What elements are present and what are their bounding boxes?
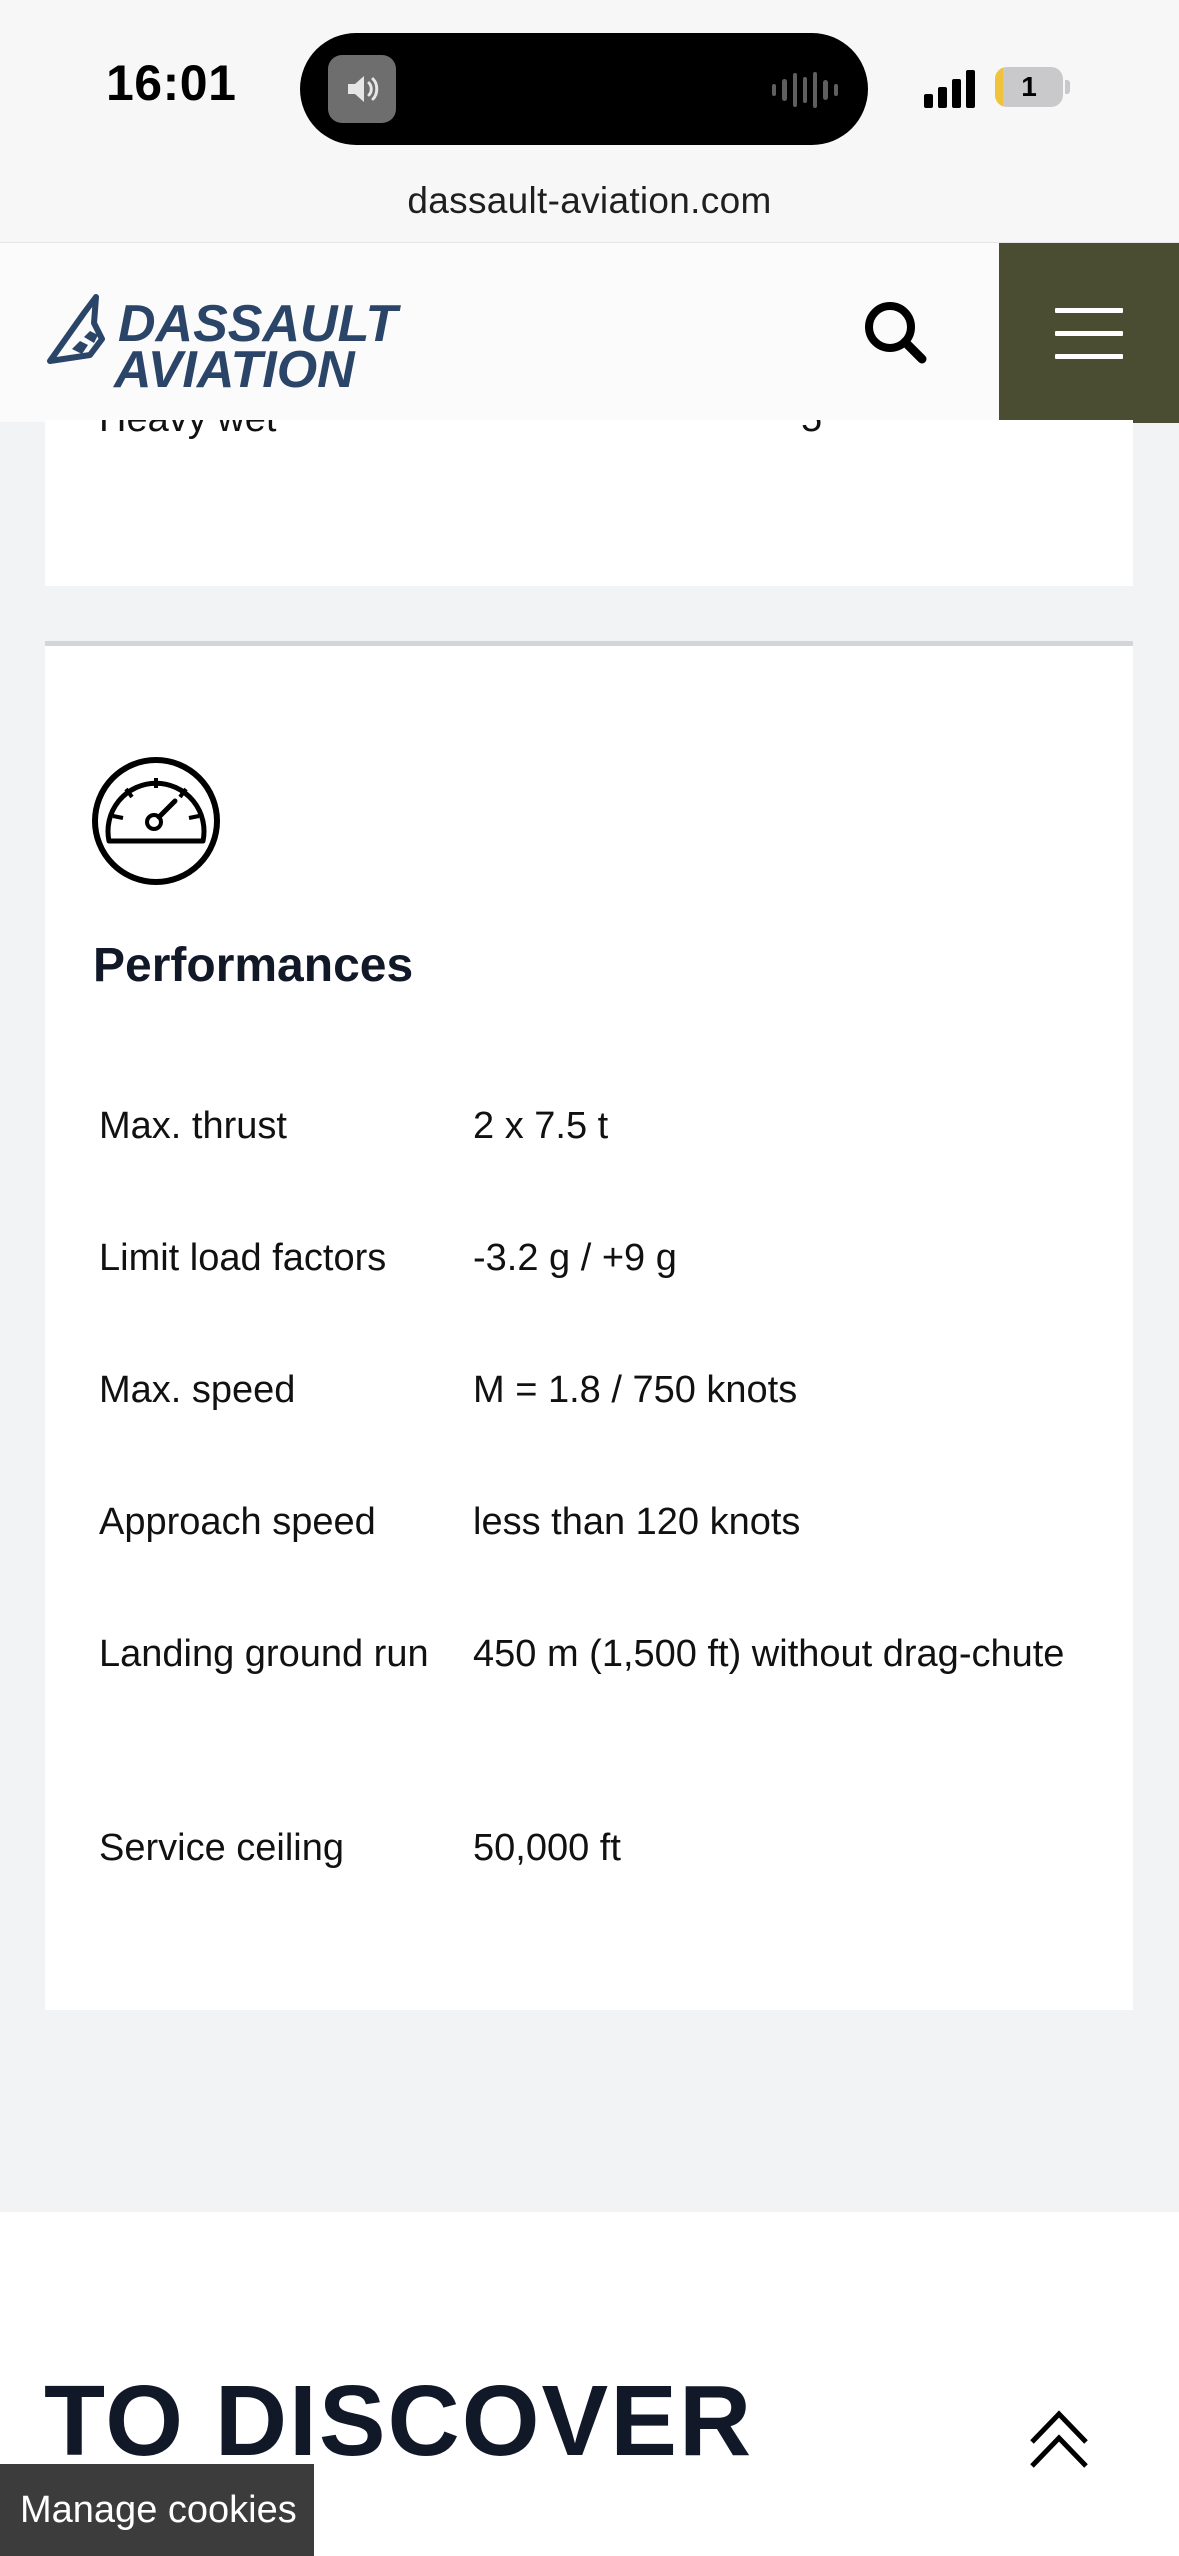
spec-value: 5 — [801, 420, 822, 441]
spec-label: Max. speed — [99, 1369, 296, 1411]
spec-label: Heavy wet — [99, 420, 276, 441]
previous-specs-card: Heavy wet 5 — [45, 420, 1133, 586]
spec-label: Service ceiling — [99, 1827, 344, 1869]
section-heading: TO DISCOVER — [44, 2365, 754, 2477]
scroll-to-top-button[interactable] — [1024, 2404, 1094, 2474]
performances-card: Performances Max. thrust 2 x 7.5 t Limit… — [45, 641, 1133, 2010]
cellular-signal-icon — [924, 70, 975, 108]
spec-value: -3.2 g / +9 g — [473, 1237, 677, 1279]
logo-line-2: AVIATION — [112, 341, 356, 389]
search-button[interactable] — [858, 295, 934, 371]
status-time: 16:01 — [106, 55, 237, 111]
section-title: Performances — [93, 939, 414, 992]
site-header: DASSAULT AVIATION — [0, 242, 1179, 423]
spec-value: 450 m (1,500 ft) without drag-chute — [473, 1633, 1065, 1675]
search-icon — [865, 302, 927, 364]
address-bar-url[interactable]: dassault-aviation.com — [0, 180, 1179, 222]
dynamic-island — [300, 33, 868, 145]
manage-cookies-button[interactable]: Manage cookies — [0, 2464, 314, 2556]
spec-value: M = 1.8 / 750 knots — [473, 1369, 798, 1411]
speedometer-icon — [92, 757, 220, 885]
speaker-icon — [328, 55, 396, 123]
spec-value: 50,000 ft — [473, 1827, 621, 1869]
double-chevron-up-icon — [1030, 2410, 1088, 2468]
status-bar: 16:01 1 dassault-aviation.com — [0, 0, 1179, 242]
spec-value: 2 x 7.5 t — [473, 1105, 609, 1147]
spec-label: Limit load factors — [99, 1237, 387, 1279]
spec-value: less than 120 knots — [473, 1501, 801, 1543]
waveform-icon — [772, 71, 838, 109]
hamburger-menu-icon — [1055, 307, 1123, 313]
battery-level: 1 — [1021, 71, 1037, 102]
hamburger-menu-button[interactable] — [999, 243, 1179, 423]
spec-label: Max. thrust — [99, 1105, 287, 1147]
battery-icon: 1 — [995, 67, 1071, 107]
dassault-aviation-logo[interactable]: DASSAULT AVIATION — [44, 279, 424, 399]
spec-label: Approach speed — [99, 1501, 376, 1543]
spec-label: Landing ground run — [99, 1633, 429, 1675]
